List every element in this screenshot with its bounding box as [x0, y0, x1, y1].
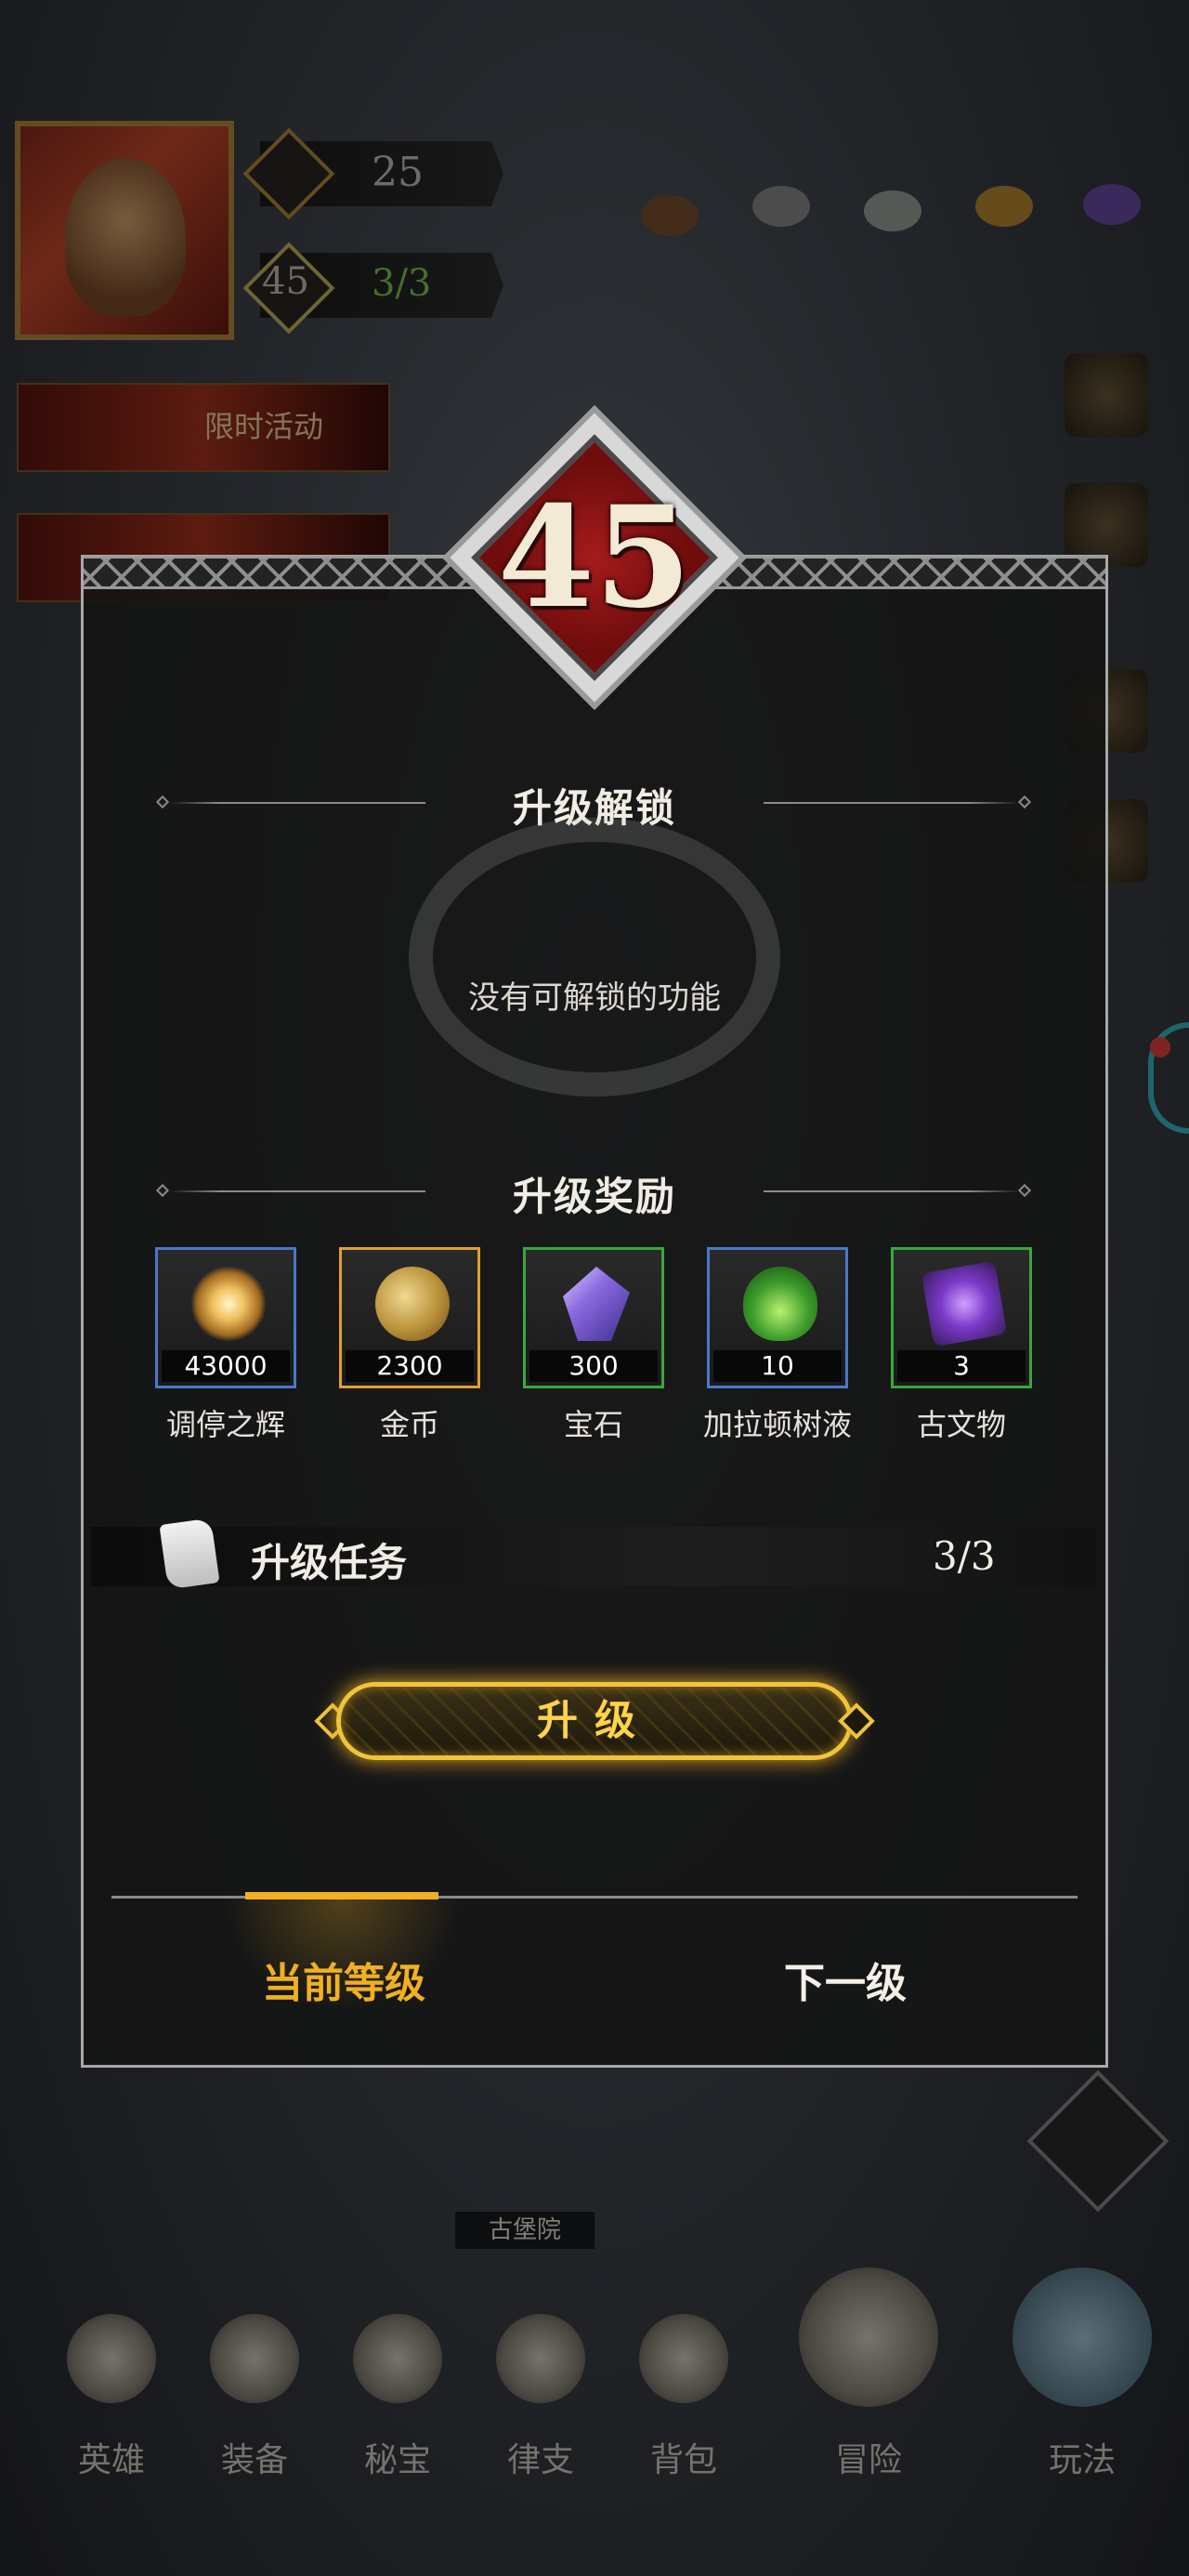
player-avatar	[65, 158, 186, 316]
radiance-icon	[191, 1267, 266, 1341]
bag-icon[interactable]	[639, 2314, 728, 2403]
tab-next-level[interactable]: 下一级	[706, 1950, 985, 2009]
upgrade-button[interactable]: 升级	[336, 1682, 853, 1760]
reward-count: 2300	[346, 1350, 474, 1382]
nav-heroes-label: 英雄	[77, 2441, 145, 2479]
tab-active-indicator	[245, 1892, 438, 1899]
power-value: 25	[372, 149, 424, 196]
minimize-button[interactable]	[1026, 2070, 1169, 2213]
heroes-icon[interactable]	[67, 2314, 156, 2403]
reward-divider-left	[169, 1190, 425, 1192]
reward-item[interactable]: 2300 金币	[339, 1247, 480, 1444]
law-icon[interactable]	[496, 2314, 585, 2403]
sap-potion-icon	[743, 1267, 817, 1341]
nav-treasure-label: 秘宝	[363, 2441, 431, 2479]
artifact-icon	[921, 1260, 1008, 1347]
gold-coin-icon	[375, 1267, 450, 1341]
coin-resource-icon[interactable]	[975, 186, 1033, 227]
reward-title: 升级奖励	[512, 1174, 676, 1219]
reward-name: 古文物	[916, 1407, 1006, 1442]
reward-name: 加拉顿树液	[702, 1407, 852, 1442]
quest-title: 升级任务	[251, 1540, 408, 1585]
stone-resource-icon[interactable]	[752, 186, 810, 227]
nav-adventure-label: 冒险	[834, 2441, 902, 2479]
unlock-divider-right	[764, 802, 1020, 804]
reward-item[interactable]: 3 古文物	[891, 1247, 1032, 1444]
event-banner-1[interactable]: 限时活动	[17, 383, 390, 472]
reward-count: 3	[897, 1350, 1026, 1382]
unlock-empty-message: 没有可解锁的功能	[468, 979, 721, 1017]
tab-current-level[interactable]: 当前等级	[204, 1950, 483, 2009]
gem-icon	[563, 1267, 630, 1341]
equipment-icon[interactable]	[210, 2314, 299, 2403]
reward-item[interactable]: 300 宝石	[523, 1247, 664, 1444]
reward-divider-right	[764, 1190, 1020, 1192]
treasure-icon[interactable]	[353, 2314, 442, 2403]
event-banner-label: 限时活动	[204, 409, 324, 444]
reward-count: 10	[713, 1350, 842, 1382]
nav-equipment-label: 装备	[220, 2441, 288, 2479]
reward-count: 300	[529, 1350, 658, 1382]
reward-name: 宝石	[563, 1407, 623, 1442]
iron-resource-icon[interactable]	[864, 191, 921, 231]
gameplay-gate-icon[interactable]	[1013, 2267, 1152, 2407]
notification-dot	[1150, 1037, 1170, 1058]
nav-gameplay-label: 玩法	[1048, 2441, 1116, 2479]
gem-resource-icon[interactable]	[1083, 184, 1141, 225]
hud-task-progress: 3/3	[372, 262, 432, 305]
scroll-icon	[159, 1518, 220, 1590]
nav-bag-label: 背包	[649, 2441, 717, 2479]
nav-law-label: 律支	[506, 2441, 574, 2479]
reward-name: 金币	[379, 1407, 439, 1442]
ore-resource-icon[interactable]	[641, 195, 699, 236]
hud-level: 45	[262, 260, 309, 303]
reward-item[interactable]: 10 加拉顿树液	[703, 1247, 852, 1444]
level-number: 45	[497, 476, 692, 639]
celtic-knot-icon	[409, 818, 780, 1097]
quest-progress: 3/3	[933, 1533, 996, 1579]
reward-count: 43000	[162, 1350, 290, 1382]
unlock-divider-left	[169, 802, 425, 804]
reward-name: 调停之辉	[165, 1407, 285, 1442]
side-event-icon[interactable]	[1065, 353, 1148, 437]
reward-item[interactable]: 43000 调停之辉	[155, 1247, 296, 1444]
location-label: 古堡院	[455, 2212, 594, 2249]
adventure-swords-icon[interactable]	[799, 2267, 938, 2407]
